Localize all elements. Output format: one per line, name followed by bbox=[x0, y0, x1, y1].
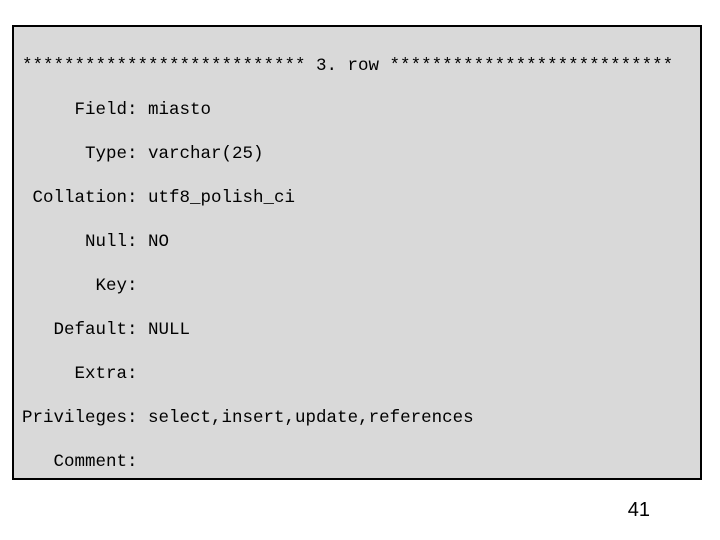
key-label: Key: bbox=[22, 275, 138, 297]
default-value: NULL bbox=[148, 320, 190, 340]
privileges-label: Privileges: bbox=[22, 407, 138, 429]
mysql-output-box: *************************** 3. row *****… bbox=[12, 25, 702, 480]
default-row: Default: NULL bbox=[22, 319, 692, 341]
collation-row: Collation: utf8_polish_ci bbox=[22, 187, 692, 209]
null-row: Null: NO bbox=[22, 231, 692, 253]
null-label: Null: bbox=[22, 231, 138, 253]
privileges-row: Privileges: select,insert,update,referen… bbox=[22, 407, 692, 429]
comment-label: Comment: bbox=[22, 451, 138, 473]
type-row: Type: varchar(25) bbox=[22, 143, 692, 165]
field-label: Field: bbox=[22, 99, 138, 121]
field-value: miasto bbox=[148, 100, 211, 120]
key-row: Key: bbox=[22, 275, 692, 297]
extra-label: Extra: bbox=[22, 363, 138, 385]
collation-value: utf8_polish_ci bbox=[148, 188, 295, 208]
type-value: varchar(25) bbox=[148, 144, 264, 164]
collation-label: Collation: bbox=[22, 187, 138, 209]
type-label: Type: bbox=[22, 143, 138, 165]
null-value: NO bbox=[148, 232, 169, 252]
row-header: *************************** 3. row *****… bbox=[22, 55, 692, 77]
default-label: Default: bbox=[22, 319, 138, 341]
comment-row: Comment: bbox=[22, 451, 692, 473]
privileges-value: select,insert,update,references bbox=[148, 408, 474, 428]
extra-row: Extra: bbox=[22, 363, 692, 385]
page-number: 41 bbox=[628, 499, 650, 522]
field-row: Field: miasto bbox=[22, 99, 692, 121]
